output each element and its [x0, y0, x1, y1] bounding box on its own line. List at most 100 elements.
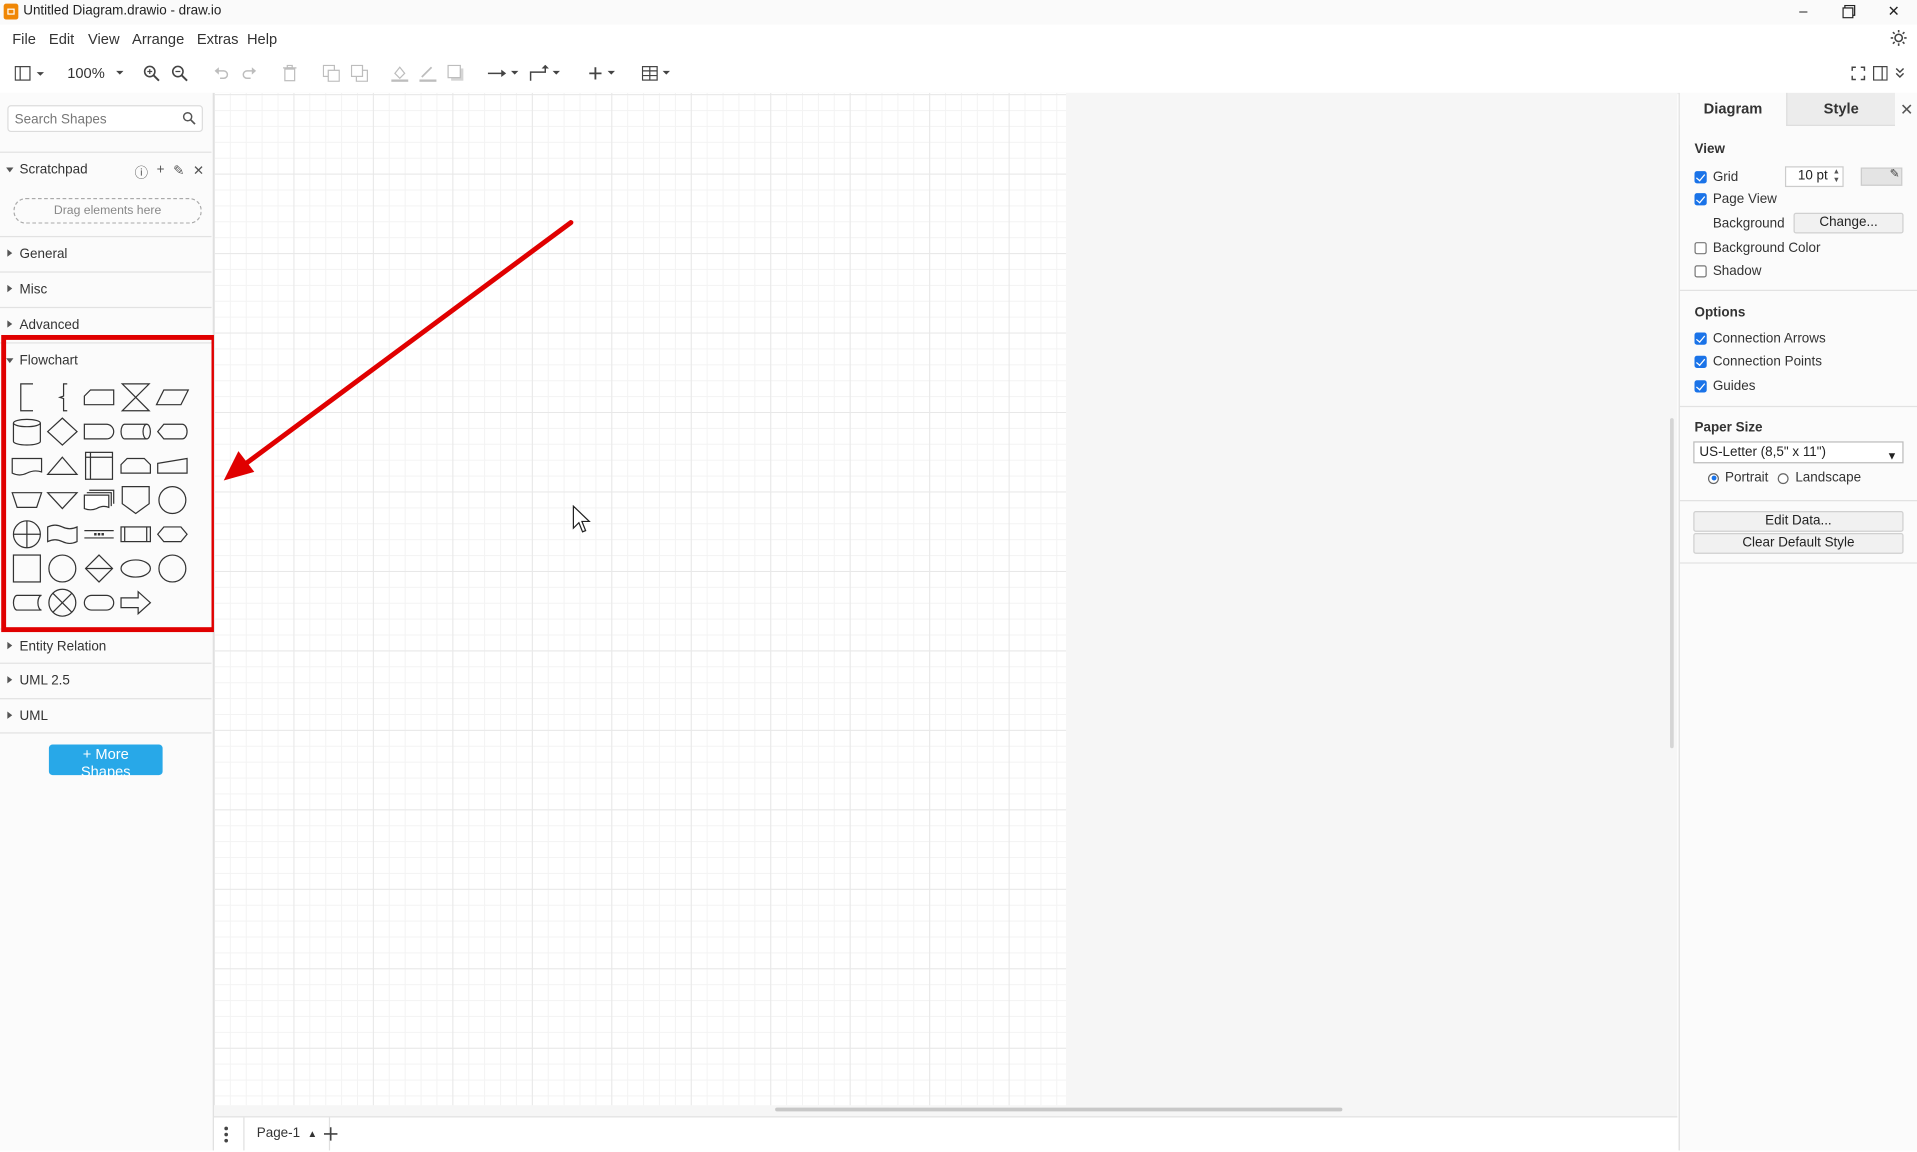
sidebar-toggle-icon[interactable]: [14, 64, 47, 84]
clear-default-style-button[interactable]: Clear Default Style: [1693, 533, 1904, 554]
table-icon[interactable]: [641, 64, 676, 84]
tab-diagram[interactable]: Diagram: [1679, 92, 1787, 125]
waypoints-icon[interactable]: [529, 64, 563, 84]
connection-arrows-row: Connection Arrows: [1694, 331, 1826, 346]
menu-edit[interactable]: Edit: [49, 31, 74, 48]
scratchpad-drop-zone[interactable]: Drag elements here: [13, 198, 202, 224]
edit-icon[interactable]: ✎: [173, 163, 184, 183]
caret-right-icon: [7, 676, 13, 684]
page-tab-page-1[interactable]: Page-1 ▲: [243, 1117, 331, 1151]
insert-icon[interactable]: [588, 64, 620, 84]
caret-right-icon: [7, 249, 13, 257]
menu-file[interactable]: File: [12, 31, 36, 48]
page-tabs-bar: Page-1 ▲: [213, 1116, 1678, 1152]
fullscreen-icon[interactable]: [1851, 64, 1866, 84]
undo-icon[interactable]: [213, 64, 230, 84]
maximize-icon[interactable]: [1830, 1, 1867, 22]
connection-icon[interactable]: [487, 64, 522, 84]
landscape-radio[interactable]: [1778, 472, 1790, 484]
tab-style[interactable]: Style: [1786, 92, 1895, 126]
sidebar-section-entity-relation[interactable]: Entity Relation: [0, 628, 212, 663]
delete-icon[interactable]: [282, 64, 297, 84]
add-icon[interactable]: +: [157, 163, 165, 183]
connection-points-checkbox[interactable]: [1694, 355, 1707, 368]
landscape-label: Landscape: [1795, 470, 1862, 486]
paper-size-select[interactable]: US-Letter (8,5" x 11") ▼: [1693, 441, 1904, 464]
search-shapes-input[interactable]: [14, 110, 180, 129]
chevron-up-icon[interactable]: ▲: [308, 1128, 318, 1139]
menu-arrange[interactable]: Arrange: [132, 31, 184, 48]
section-label: General: [19, 246, 68, 262]
zoom-out-icon[interactable]: [171, 64, 188, 84]
menu-help[interactable]: Help: [247, 31, 277, 48]
view-heading: View: [1694, 141, 1725, 157]
menu-view[interactable]: View: [88, 31, 120, 48]
pages-menu-icon[interactable]: [224, 1126, 229, 1143]
grid-row: Grid: [1694, 170, 1738, 185]
zoom-in-icon[interactable]: [143, 64, 160, 84]
guides-checkbox[interactable]: [1694, 380, 1707, 393]
drawio-app: Untitled Diagram.drawio - draw.io – ✕ Fi…: [0, 0, 1917, 1152]
sidebar-section-uml[interactable]: UML: [0, 698, 212, 733]
to-back-icon[interactable]: [350, 64, 368, 84]
format-panel-icon[interactable]: [1872, 64, 1888, 84]
collapse-icon[interactable]: [1894, 64, 1906, 84]
title-bar: Untitled Diagram.drawio - draw.io – ✕: [0, 0, 1917, 25]
edit-data-button[interactable]: Edit Data...: [1693, 511, 1904, 532]
divider: [1679, 405, 1917, 408]
redo-icon[interactable]: [241, 64, 258, 84]
pencil-icon[interactable]: ✎: [1890, 167, 1900, 180]
more-shapes-button[interactable]: + More Shapes: [48, 744, 163, 780]
change-background-button[interactable]: Change...: [1793, 212, 1904, 234]
spinner-icon[interactable]: ▲ ▼: [1833, 169, 1840, 186]
background-row: Background: [1713, 216, 1785, 231]
sidebar-section-uml25[interactable]: UML 2.5: [0, 662, 212, 698]
close-icon[interactable]: ✕: [193, 163, 204, 183]
background-label: Background: [1712, 216, 1785, 232]
background-color-checkbox[interactable]: [1694, 242, 1707, 255]
paper-size-heading: Paper Size: [1694, 420, 1763, 436]
help-icon[interactable]: ⓘ: [135, 163, 148, 183]
section-label: Scratchpad: [19, 162, 88, 178]
page-view-row: Page View: [1694, 192, 1777, 207]
zoom-select[interactable]: 100%: [67, 64, 127, 84]
sidebar-section-scratchpad[interactable]: Scratchpad ⓘ + ✎ ✕: [0, 151, 212, 187]
shadow-checkbox[interactable]: [1694, 265, 1707, 278]
section-label: UML: [19, 709, 48, 724]
diagram-canvas[interactable]: [213, 92, 1678, 1117]
grid-size-value: 10 pt: [1797, 168, 1828, 184]
menu-extras[interactable]: Extras: [197, 31, 239, 48]
page-tab-label: Page-1: [256, 1125, 301, 1141]
vertical-scrollbar[interactable]: [1670, 418, 1674, 749]
connection-arrows-label: Connection Arrows: [1712, 331, 1826, 346]
caret-right-icon: [7, 284, 13, 293]
horizontal-scrollbar[interactable]: [775, 1107, 1343, 1112]
grid-color-swatch[interactable]: ✎: [1860, 167, 1903, 186]
connection-arrows-checkbox[interactable]: [1694, 332, 1707, 345]
portrait-radio[interactable]: [1707, 472, 1719, 484]
grid-label: Grid: [1712, 169, 1739, 185]
caret-down-icon: [6, 167, 14, 173]
add-page-icon[interactable]: [323, 1126, 339, 1142]
page-view-checkbox[interactable]: [1694, 193, 1707, 206]
window-title: Untitled Diagram.drawio - draw.io: [23, 3, 222, 19]
grid-size-input[interactable]: 10 pt ▲ ▼: [1784, 166, 1844, 188]
close-panel-icon[interactable]: ✕: [1900, 100, 1913, 120]
search-icon[interactable]: [182, 111, 196, 125]
fill-color-icon[interactable]: [391, 64, 409, 84]
to-front-icon[interactable]: [322, 64, 340, 84]
drawio-logo-icon: [3, 3, 19, 20]
line-color-icon[interactable]: [419, 64, 437, 84]
minimize-icon[interactable]: –: [1785, 1, 1822, 22]
shadow-icon[interactable]: [447, 64, 464, 84]
sidebar-section-misc[interactable]: Misc: [0, 271, 212, 306]
zoom-level: 100%: [67, 64, 105, 82]
grid-checkbox[interactable]: [1694, 171, 1707, 184]
connection-points-row: Connection Points: [1694, 355, 1822, 369]
annotation-highlight-box: [1, 334, 217, 633]
theme-toggle-icon[interactable]: [1890, 29, 1907, 46]
close-icon[interactable]: ✕: [1875, 1, 1912, 22]
page-grid[interactable]: [213, 92, 1067, 1106]
options-heading: Options: [1694, 305, 1746, 321]
sidebar-section-general[interactable]: General: [0, 235, 212, 271]
